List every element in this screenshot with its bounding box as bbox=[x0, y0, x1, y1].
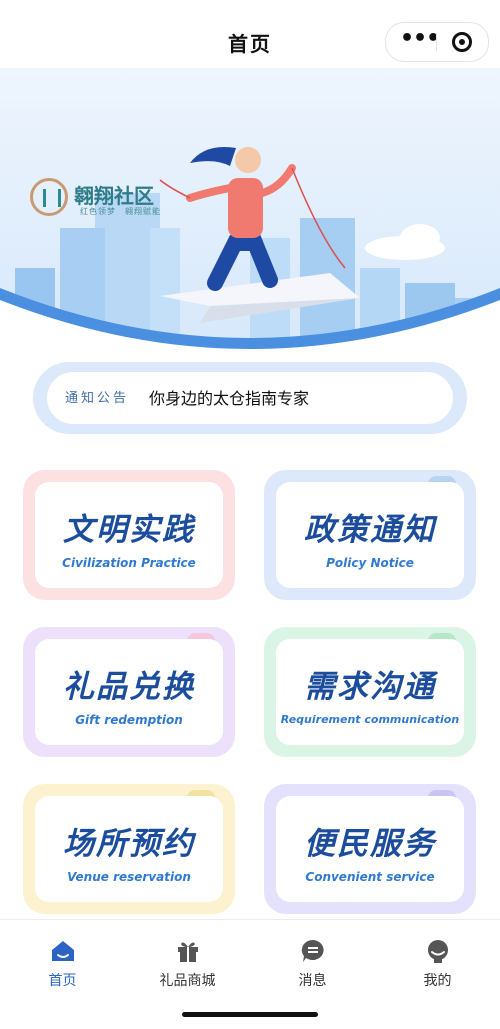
card-inner: 场所预约 Venue reservation bbox=[35, 796, 223, 902]
card-gift-redemption[interactable]: 礼品兑换 Gift redemption bbox=[23, 627, 235, 757]
close-miniprogram-icon[interactable] bbox=[452, 32, 472, 52]
card-title: 需求沟通 bbox=[304, 669, 436, 705]
tab-label: 消息 bbox=[298, 973, 327, 989]
notice-text: 你身边的太仓指南专家 bbox=[149, 389, 310, 408]
logo-mark-icon bbox=[30, 178, 68, 216]
profile-icon bbox=[428, 940, 448, 963]
card-title: 文明实践 bbox=[63, 512, 195, 548]
card-inner: 文明实践 Civilization Practice bbox=[35, 482, 223, 588]
card-inner: 便民服务 Convenient service bbox=[276, 796, 464, 902]
card-policy-notice[interactable]: 政策通知 Policy Notice bbox=[264, 470, 476, 600]
card-title: 礼品兑换 bbox=[63, 669, 195, 705]
card-subtitle: Gift redemption bbox=[75, 713, 183, 727]
card-inner: 需求沟通 Requirement communication bbox=[276, 639, 464, 745]
tab-home[interactable]: 首页 bbox=[0, 930, 125, 990]
card-convenient-service[interactable]: 便民服务 Convenient service bbox=[264, 784, 476, 914]
tab-mine[interactable]: 我的 bbox=[375, 930, 500, 990]
card-title: 政策通知 bbox=[304, 512, 436, 548]
card-title: 场所预约 bbox=[63, 826, 195, 862]
banner-illustration bbox=[0, 68, 500, 353]
card-civilization-practice[interactable]: 文明实践 Civilization Practice bbox=[23, 470, 235, 600]
home-icon bbox=[52, 941, 74, 961]
card-inner: 礼品兑换 Gift redemption bbox=[35, 639, 223, 745]
card-title: 便民服务 bbox=[304, 826, 436, 862]
tab-messages[interactable]: 消息 bbox=[250, 930, 375, 990]
card-subtitle: Venue reservation bbox=[67, 870, 191, 884]
card-requirement-communication[interactable]: 需求沟通 Requirement communication bbox=[264, 627, 476, 757]
notice-bar[interactable]: 通知公告 你身边的太仓指南专家 bbox=[33, 362, 467, 434]
tab-gift-mall[interactable]: 礼品商城 bbox=[125, 930, 250, 990]
hero-banner[interactable]: 翱翔社区 红色领梦 翱翔赋能 bbox=[0, 68, 500, 353]
tab-label: 首页 bbox=[48, 973, 77, 989]
card-subtitle: Requirement communication bbox=[280, 713, 460, 726]
home-indicator bbox=[182, 1012, 318, 1017]
miniprogram-capsule: ••• bbox=[385, 22, 489, 62]
tab-label: 我的 bbox=[423, 973, 452, 989]
card-subtitle: Policy Notice bbox=[326, 556, 414, 570]
logo-slogan: 红色领梦 翱翔赋能 bbox=[80, 207, 161, 216]
card-venue-reservation[interactable]: 场所预约 Venue reservation bbox=[23, 784, 235, 914]
capsule-divider bbox=[436, 33, 437, 51]
gift-icon bbox=[178, 942, 198, 962]
message-icon bbox=[301, 939, 324, 962]
tab-label: 礼品商城 bbox=[159, 973, 216, 989]
card-subtitle: Convenient service bbox=[305, 870, 435, 884]
card-inner: 政策通知 Policy Notice bbox=[276, 482, 464, 588]
notice-tag: 通知公告 bbox=[65, 391, 130, 406]
logo-name: 翱翔社区 bbox=[74, 184, 154, 208]
navigation-bar: 首页 ••• bbox=[0, 0, 500, 78]
more-options-icon[interactable]: ••• bbox=[400, 28, 440, 52]
card-subtitle: Civilization Practice bbox=[62, 556, 196, 570]
notice-inner: 通知公告 你身边的太仓指南专家 bbox=[47, 372, 453, 424]
